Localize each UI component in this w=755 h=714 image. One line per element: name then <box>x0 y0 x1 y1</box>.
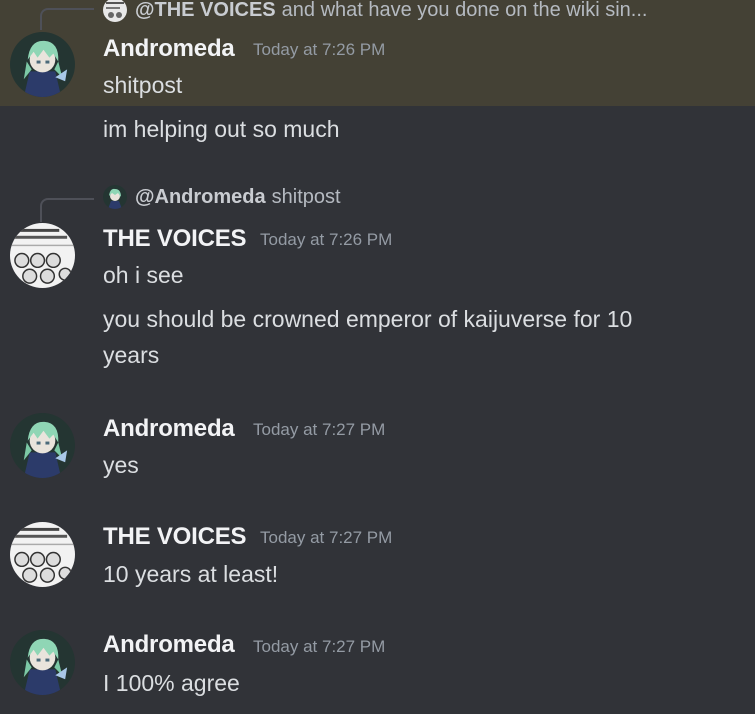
message-text: 10 years at least! <box>103 561 279 587</box>
andromeda-avatar[interactable] <box>10 413 75 478</box>
the-voices-avatar[interactable] <box>10 522 75 587</box>
voices-mini-avatar <box>103 0 127 22</box>
author-name[interactable]: Andromeda <box>103 415 235 443</box>
message-group-1[interactable]: @THE VOICES and what have you done on th… <box>0 0 755 106</box>
message-text: you should be crowned emperor of kaijuve… <box>103 306 633 332</box>
timestamp: Today at 7:26 PM <box>253 40 386 59</box>
andromeda-avatar[interactable] <box>10 630 75 695</box>
the-voices-avatar[interactable] <box>10 223 75 288</box>
reply-mention[interactable]: @THE VOICES <box>135 0 276 22</box>
reply-mention[interactable]: @Andromeda <box>135 186 266 209</box>
timestamp: Today at 7:27 PM <box>253 637 386 656</box>
timestamp: Today at 7:27 PM <box>260 528 393 547</box>
timestamp: Today at 7:27 PM <box>253 420 386 439</box>
reply-preview[interactable]: @THE VOICES and what have you done on th… <box>103 0 647 23</box>
author-name[interactable]: Andromeda <box>103 631 235 659</box>
message-text: yes <box>103 452 139 478</box>
message-text: years <box>103 342 160 368</box>
message-text: oh i see <box>103 262 184 288</box>
author-name[interactable]: THE VOICES <box>103 523 247 551</box>
reply-preview[interactable]: @Andromeda shitpost <box>103 184 341 210</box>
reply-text: shitpost <box>271 185 341 208</box>
reply-connector <box>40 8 94 30</box>
message-text: im helping out so much <box>103 116 340 142</box>
author-name[interactable]: THE VOICES <box>103 225 247 253</box>
reply-connector <box>40 198 94 222</box>
message-text: I 100% agree <box>103 670 240 696</box>
reply-text: and what have you done on the wiki sin..… <box>281 0 648 21</box>
author-name[interactable]: Andromeda <box>103 35 235 63</box>
andromeda-mini-avatar <box>103 185 127 209</box>
timestamp: Today at 7:26 PM <box>260 230 393 249</box>
andromeda-avatar[interactable] <box>10 32 75 97</box>
message-text: shitpost <box>103 72 183 98</box>
